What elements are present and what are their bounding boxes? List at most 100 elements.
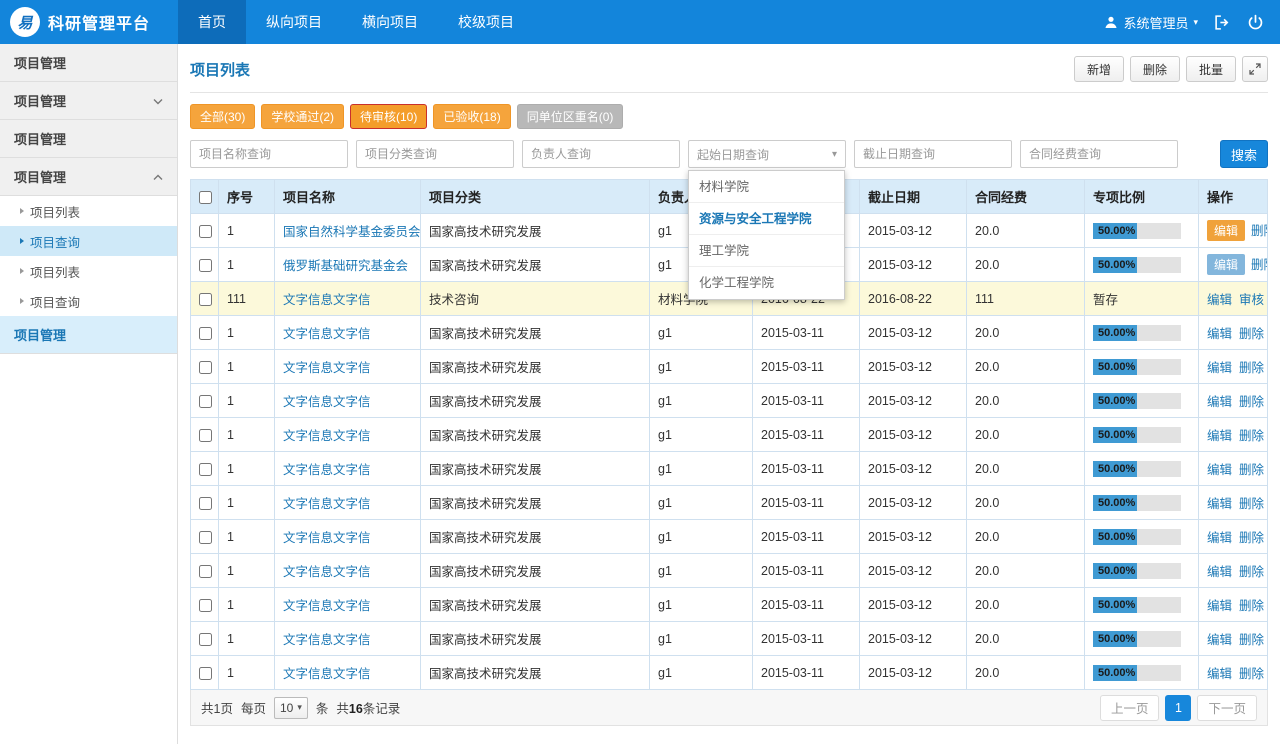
- end-date-search-input[interactable]: [854, 140, 1012, 168]
- project-name-link[interactable]: 国家自然科学基金委员会: [283, 225, 421, 239]
- row-checkbox[interactable]: [199, 259, 212, 272]
- sidebar-subitem[interactable]: 项目列表: [0, 256, 177, 286]
- action-button[interactable]: 编辑: [1207, 254, 1245, 275]
- action-link[interactable]: 编辑: [1207, 497, 1232, 511]
- end-date-cell: 2015-03-12: [860, 452, 967, 486]
- per-page-select[interactable]: 10 ▾: [274, 697, 308, 719]
- action-link[interactable]: 删除: [1251, 224, 1267, 238]
- project-name-link[interactable]: 文字信息文字信: [283, 667, 371, 681]
- action-link[interactable]: 编辑: [1207, 633, 1232, 647]
- action-link[interactable]: 删除: [1239, 599, 1264, 613]
- batch-button[interactable]: 批量: [1186, 56, 1236, 82]
- action-link[interactable]: 删除: [1239, 497, 1264, 511]
- fullscreen-button[interactable]: [1242, 56, 1268, 82]
- action-link[interactable]: 编辑: [1207, 429, 1232, 443]
- action-link[interactable]: 编辑: [1207, 361, 1232, 375]
- action-link[interactable]: 删除: [1239, 395, 1264, 409]
- delete-button[interactable]: 删除: [1130, 56, 1180, 82]
- action-button[interactable]: 编辑: [1207, 220, 1245, 241]
- action-link[interactable]: 删除: [1239, 565, 1264, 579]
- action-link[interactable]: 编辑: [1207, 463, 1232, 477]
- search-button[interactable]: 搜索: [1220, 140, 1268, 168]
- sidebar-item[interactable]: 项目管理: [0, 158, 177, 196]
- dropdown-option[interactable]: 化学工程学院: [689, 267, 844, 299]
- status-filter[interactable]: 学校通过(2): [261, 104, 344, 129]
- action-link[interactable]: 删除: [1239, 633, 1264, 647]
- action-link[interactable]: 编辑: [1207, 599, 1232, 613]
- project-name-link[interactable]: 文字信息文字信: [283, 293, 371, 307]
- row-checkbox[interactable]: [199, 293, 212, 306]
- action-link[interactable]: 删除: [1239, 327, 1264, 341]
- dropdown-option[interactable]: 资源与安全工程学院: [689, 203, 844, 235]
- row-checkbox[interactable]: [199, 463, 212, 476]
- row-checkbox[interactable]: [199, 565, 212, 578]
- action-link[interactable]: 编辑: [1207, 667, 1232, 681]
- power-icon[interactable]: [1247, 14, 1264, 31]
- top-nav-item[interactable]: 校级项目: [438, 0, 534, 44]
- project-name-link[interactable]: 文字信息文字信: [283, 565, 371, 579]
- row-checkbox[interactable]: [199, 361, 212, 374]
- row-checkbox[interactable]: [199, 225, 212, 238]
- project-name-link[interactable]: 文字信息文字信: [283, 327, 371, 341]
- project-name-link[interactable]: 文字信息文字信: [283, 497, 371, 511]
- row-checkbox[interactable]: [199, 531, 212, 544]
- sidebar-item[interactable]: 项目管理: [0, 120, 177, 158]
- action-link[interactable]: 编辑: [1207, 327, 1232, 341]
- row-checkbox[interactable]: [199, 599, 212, 612]
- select-all-checkbox[interactable]: [199, 191, 212, 204]
- sidebar-subitem-label: 项目列表: [30, 202, 80, 221]
- action-link[interactable]: 删除: [1239, 667, 1264, 681]
- row-checkbox[interactable]: [199, 395, 212, 408]
- project-name-link[interactable]: 文字信息文字信: [283, 599, 371, 613]
- project-name-link[interactable]: 俄罗斯基础研究基金会: [283, 259, 408, 273]
- action-link[interactable]: 编辑: [1207, 293, 1232, 307]
- user-menu[interactable]: 系统管理员 ▾: [1104, 13, 1198, 32]
- action-link[interactable]: 编辑: [1207, 531, 1232, 545]
- top-nav-item[interactable]: 纵向项目: [246, 0, 342, 44]
- action-link[interactable]: 删除: [1239, 429, 1264, 443]
- project-name-link[interactable]: 文字信息文字信: [283, 633, 371, 647]
- row-checkbox[interactable]: [199, 497, 212, 510]
- action-link[interactable]: 删除: [1251, 258, 1267, 272]
- project-name-link[interactable]: 文字信息文字信: [283, 531, 371, 545]
- sidebar-item[interactable]: 项目管理: [0, 82, 177, 120]
- sidebar-item[interactable]: 项目管理: [0, 44, 177, 82]
- project-name-link[interactable]: 文字信息文字信: [283, 361, 371, 375]
- status-filter[interactable]: 已验收(18): [433, 104, 510, 129]
- dropdown-option[interactable]: 理工学院: [689, 235, 844, 267]
- action-link[interactable]: 删除: [1239, 531, 1264, 545]
- project-category-search-input[interactable]: [356, 140, 514, 168]
- top-nav-item[interactable]: 首页: [178, 0, 246, 44]
- row-checkbox[interactable]: [199, 667, 212, 680]
- exit-icon[interactable]: [1214, 14, 1231, 31]
- row-checkbox[interactable]: [199, 429, 212, 442]
- top-nav-item[interactable]: 横向项目: [342, 0, 438, 44]
- sidebar-subitem[interactable]: 项目列表: [0, 196, 177, 226]
- start-date-search-select[interactable]: 起始日期查询▾材料学院资源与安全工程学院理工学院化学工程学院: [688, 140, 846, 168]
- project-name-link[interactable]: 文字信息文字信: [283, 395, 371, 409]
- dropdown-option[interactable]: 材料学院: [689, 171, 844, 203]
- row-checkbox[interactable]: [199, 327, 212, 340]
- action-link[interactable]: 删除: [1239, 361, 1264, 375]
- sidebar-subitem[interactable]: 项目查询: [0, 286, 177, 316]
- status-filter[interactable]: 待审核(10): [350, 104, 427, 129]
- action-link[interactable]: 删除: [1239, 463, 1264, 477]
- project-name-link[interactable]: 文字信息文字信: [283, 429, 371, 443]
- sidebar-subitem[interactable]: 项目查询: [0, 226, 177, 256]
- status-filter[interactable]: 全部(30): [190, 104, 255, 129]
- seq-cell: 1: [219, 350, 275, 384]
- add-button[interactable]: 新增: [1074, 56, 1124, 82]
- action-link[interactable]: 审核: [1239, 293, 1264, 307]
- next-page-button[interactable]: 下一页: [1197, 695, 1257, 721]
- project-name-search-input[interactable]: [190, 140, 348, 168]
- action-link[interactable]: 编辑: [1207, 565, 1232, 579]
- action-link[interactable]: 编辑: [1207, 395, 1232, 409]
- project-name-link[interactable]: 文字信息文字信: [283, 463, 371, 477]
- sidebar-item[interactable]: 项目管理: [0, 316, 177, 354]
- row-checkbox[interactable]: [199, 633, 212, 646]
- contract-fee-search-input[interactable]: [1020, 140, 1178, 168]
- status-filter[interactable]: 同单位区重名(0): [517, 104, 624, 129]
- prev-page-button[interactable]: 上一页: [1100, 695, 1160, 721]
- leader-search-input[interactable]: [522, 140, 680, 168]
- current-page-button[interactable]: 1: [1165, 695, 1191, 721]
